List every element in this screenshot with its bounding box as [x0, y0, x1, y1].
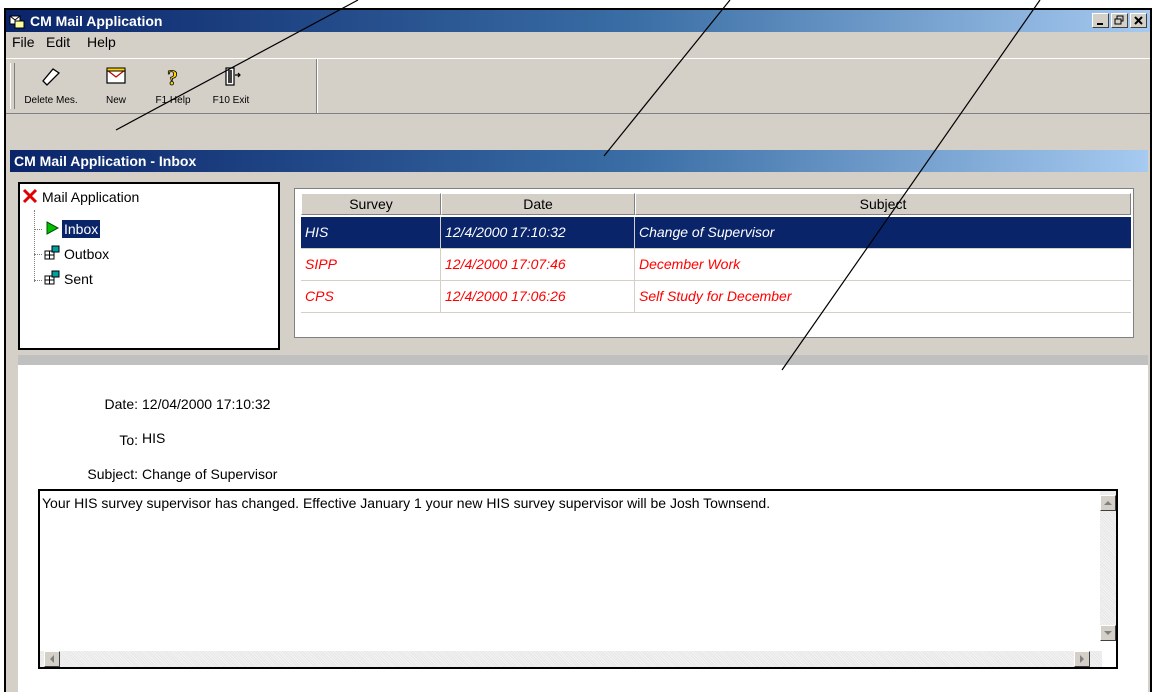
delete-message-button[interactable]: Delete Mes. [16, 61, 86, 111]
tree-item-label: Inbox [62, 220, 101, 238]
tree-connector [34, 210, 35, 282]
message-row[interactable]: HIS 12/4/2000 17:10:32 Change of Supervi… [301, 217, 1131, 249]
restore-button[interactable] [1111, 13, 1128, 28]
arrow-up-icon [1104, 501, 1112, 505]
menu-file[interactable]: File [12, 34, 35, 50]
to-value: HIS [142, 430, 166, 446]
column-header-date[interactable]: Date [441, 193, 635, 215]
red-x-icon [22, 188, 38, 204]
message-reader: Date: 12/04/2000 17:10:32 To: HIS Subjec… [18, 365, 1148, 694]
pane-splitter[interactable] [18, 355, 1148, 365]
tree-connector [34, 254, 42, 255]
menu-edit[interactable]: Edit [46, 34, 70, 50]
subject-cell: Change of Supervisor [639, 224, 775, 240]
message-row[interactable]: CPS 12/4/2000 17:06:26 Self Study for De… [301, 281, 1131, 313]
close-icon [1134, 16, 1143, 25]
survey-cell: SIPP [301, 249, 441, 280]
restore-icon [1114, 15, 1124, 25]
close-button[interactable] [1130, 13, 1147, 28]
exit-label: F10 Exit [212, 95, 250, 106]
tree-root-label: Mail Application [42, 189, 140, 205]
svg-text:?: ? [167, 65, 178, 89]
minimize-icon [1097, 23, 1103, 25]
exit-icon [225, 67, 241, 86]
outbox-folder-icon [44, 245, 60, 260]
date-label: Date: [104, 396, 138, 412]
arrow-left-icon [50, 655, 54, 663]
menu-bar: File Edit Help [6, 32, 1150, 54]
subject-label: Subject: [87, 466, 138, 482]
tree-connector [34, 280, 42, 281]
toolbar-separator [316, 59, 318, 113]
column-header-survey[interactable]: Survey [301, 193, 441, 215]
date-cell: 12/4/2000 17:07:46 [441, 249, 635, 280]
tree-item-label: Sent [64, 271, 93, 287]
survey-cell: CPS [301, 281, 441, 312]
subject-value: Change of Supervisor [142, 466, 278, 482]
toolbar-grip[interactable] [10, 63, 15, 109]
help-icon: ? [167, 65, 179, 89]
horizontal-scrollbar[interactable] [40, 651, 1102, 667]
scroll-down-button[interactable] [1100, 625, 1116, 641]
title-bar[interactable]: CM Mail Application [6, 10, 1150, 32]
vertical-scrollbar[interactable] [1100, 491, 1116, 641]
green-arrow-icon [46, 221, 60, 235]
new-message-icon [106, 67, 126, 84]
column-header-subject[interactable]: Subject [635, 193, 1131, 215]
message-list[interactable]: Survey Date Subject HIS 12/4/2000 17:10:… [294, 188, 1134, 338]
arrow-down-icon [1104, 631, 1112, 635]
to-label: To: [119, 432, 138, 448]
subject-cell: Self Study for December [639, 288, 792, 304]
menu-help[interactable]: Help [87, 34, 116, 50]
sent-folder-icon [44, 270, 60, 285]
pane-title: CM Mail Application - Inbox [14, 153, 197, 169]
toolbar: Delete Mes. New ? F1 Help F10 Exit [6, 58, 1150, 114]
message-row[interactable]: SIPP 12/4/2000 17:07:46 December Work [301, 249, 1131, 281]
tree-item-label: Outbox [64, 246, 110, 262]
message-list-header: Survey Date Subject [301, 193, 1131, 215]
message-body-text: Your HIS survey supervisor has changed. … [42, 495, 771, 511]
app-window: CM Mail Application File Edit Help Delet… [4, 8, 1152, 694]
scroll-up-button[interactable] [1100, 495, 1116, 511]
date-value: 12/04/2000 17:10:32 [142, 396, 271, 412]
pane-title-bar: CM Mail Application - Inbox [10, 150, 1148, 172]
exit-button[interactable]: F10 Exit [196, 61, 266, 111]
delete-message-label: Delete Mes. [24, 95, 78, 106]
scroll-left-button[interactable] [44, 651, 60, 667]
scroll-right-button[interactable] [1074, 651, 1090, 667]
folder-tree[interactable]: Mail Application Inbox Outbox Sent [18, 182, 280, 350]
window-title: CM Mail Application [30, 13, 163, 29]
mail-app-icon [9, 15, 25, 29]
subject-cell: December Work [639, 256, 741, 272]
tree-connector [34, 229, 42, 230]
arrow-right-icon [1080, 655, 1084, 663]
survey-cell: HIS [301, 217, 441, 248]
eraser-icon [42, 68, 61, 86]
minimize-button[interactable] [1092, 13, 1109, 28]
message-body[interactable]: Your HIS survey supervisor has changed. … [38, 489, 1118, 669]
date-cell: 12/4/2000 17:06:26 [441, 281, 635, 312]
date-cell: 12/4/2000 17:10:32 [441, 217, 635, 248]
